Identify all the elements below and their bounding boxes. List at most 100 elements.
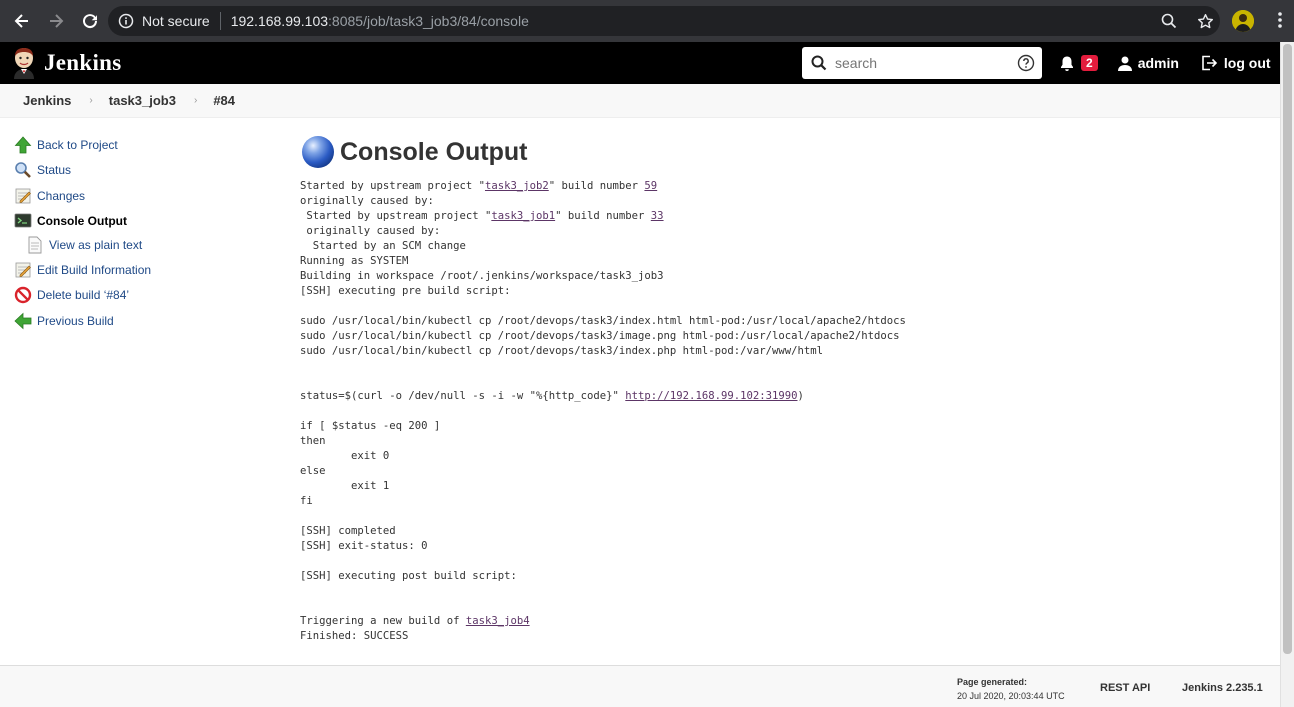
security-indicator[interactable]: Not secure [118,13,210,29]
magnifier-icon [14,161,32,179]
page-generated-label: Page generated: [957,677,1028,687]
url-path: :8085/job/task3_job3/84/console [328,13,529,29]
search-input[interactable] [835,55,1017,71]
console-link[interactable]: task3_job4 [466,615,530,627]
jenkins-logo[interactable]: Jenkins [12,47,122,79]
breadcrumb-build[interactable]: #84 [213,93,235,108]
console-link[interactable]: 59 [644,180,657,192]
back-arrow-icon[interactable] [6,5,38,37]
browser-toolbar: Not secure 192.168.99.103:8085/job/task3… [0,0,1294,42]
console-line: sudo /usr/local/bin/kubectl cp /root/dev… [300,345,823,357]
scrollbar-thumb[interactable] [1283,44,1292,654]
console-text: originally caused by: [300,195,434,207]
breadcrumb: Jenkins › task3_job3 › #84 [0,84,1294,118]
console-text: [SSH] exit-status: 0 [300,540,428,552]
console-text: fi [300,495,313,507]
console-link[interactable]: task3_job1 [491,210,555,222]
breadcrumb-job[interactable]: task3_job3 [109,93,176,108]
console-line: status=$(curl -o /dev/null -s -i -w "%{h… [300,390,804,402]
side-panel: Back to Project Status Changes Console O… [14,132,274,334]
page-footer: Page generated: 20 Jul 2020, 20:03:44 UT… [0,665,1280,707]
console-line: Started by an SCM change [300,240,466,252]
search-box[interactable] [802,47,1042,79]
console-content: Console Output Started by upstream proje… [300,136,906,644]
console-text: sudo /usr/local/bin/kubectl cp /root/dev… [300,330,900,342]
url-text[interactable]: 192.168.99.103:8085/job/task3_job3/84/co… [231,13,529,29]
console-line: [SSH] executing post build script: [300,570,517,582]
profile-avatar[interactable] [1232,10,1254,32]
jenkins-header: Jenkins 2 admin log out [0,42,1294,84]
task-previous-build[interactable]: Previous Build [14,308,274,334]
breadcrumb-jenkins[interactable]: Jenkins [23,93,71,108]
console-line: if [ $status -eq 200 ] [300,420,440,432]
console-text: Building in workspace /root/.jenkins/wor… [300,270,664,282]
console-text: Running as SYSTEM [300,255,409,267]
console-text: Finished: SUCCESS [300,630,409,642]
console-text: " build number [555,210,651,222]
console-line: sudo /usr/local/bin/kubectl cp /root/dev… [300,330,900,342]
reload-icon[interactable] [74,5,106,37]
page-heading: Console Output [302,136,906,168]
no-entry-icon [14,286,32,304]
bell-icon [1061,56,1073,71]
chevron-right-icon[interactable]: › [89,95,92,106]
url-host: 192.168.99.103 [230,13,329,29]
page-generated: Page generated: 20 Jul 2020, 20:03:44 UT… [957,675,1065,703]
forward-arrow-icon[interactable] [40,5,72,37]
console-line: exit 1 [300,480,389,492]
notification-badge: 2 [1081,55,1098,71]
terminal-icon [14,212,32,230]
console-text: sudo /usr/local/bin/kubectl cp /root/dev… [300,315,906,327]
page-scrollbar[interactable] [1280,42,1294,707]
console-text: originally caused by: [300,225,441,237]
task-changes[interactable]: Changes [14,183,274,209]
logout-icon [1202,55,1218,71]
task-edit-build-information[interactable]: Edit Build Information [14,257,274,283]
console-text: Started by upstream project " [300,210,492,222]
console-line: then [300,435,326,447]
app-title: Jenkins [44,50,122,75]
bookmark-star-icon[interactable] [1197,13,1214,30]
task-label: View as plain text [49,237,143,252]
task-back-to-project[interactable]: Back to Project [14,132,274,158]
console-line: exit 0 [300,450,389,462]
console-text: status=$(curl -o /dev/null -s -i -w "%{h… [300,390,626,402]
console-text: sudo /usr/local/bin/kubectl cp /root/dev… [300,345,823,357]
console-output-text: Started by upstream project " task3_job2 "… [300,179,906,644]
console-text: then [300,435,326,447]
console-text: exit 1 [300,480,390,492]
notepad-icon [14,261,32,279]
task-label: Previous Build [37,313,114,328]
console-text: exit 0 [300,450,390,462]
console-link[interactable]: task3_job2 [485,180,549,192]
rest-api-link[interactable]: REST API [1100,682,1150,694]
console-line: originally caused by: [300,195,434,207]
chevron-right-icon[interactable]: › [194,95,197,106]
page-generated-time: 20 Jul 2020, 20:03:44 UTC [957,691,1065,701]
console-line: Building in workspace /root/.jenkins/wor… [300,270,664,282]
console-line: Finished: SUCCESS [300,630,408,642]
info-icon [118,13,134,29]
task-label: Back to Project [37,137,118,152]
zoom-icon[interactable] [1161,13,1177,29]
search-icon [811,55,827,71]
console-link[interactable]: 33 [651,210,664,222]
browser-menu-icon[interactable] [1278,11,1282,34]
help-icon[interactable] [1017,54,1035,72]
task-view-plain-text[interactable]: View as plain text [14,234,274,255]
notepad-icon [14,187,32,205]
logout-label: log out [1223,55,1271,71]
notifications-button[interactable]: 2 [1059,55,1098,72]
console-line: else [300,465,326,477]
user-menu[interactable]: admin [1117,55,1179,71]
task-status[interactable]: Status [14,158,274,184]
console-line: Started by upstream project "task3_job1"… [300,210,664,222]
logout-button[interactable]: log out [1201,55,1271,71]
console-text: [SSH] executing post build script: [300,570,517,582]
task-delete-build[interactable]: Delete build ‘#84’ [14,283,274,309]
jenkins-butler-icon [14,48,34,79]
jenkins-version-link[interactable]: Jenkins 2.235.1 [1182,682,1263,694]
address-bar[interactable]: Not secure 192.168.99.103:8085/job/task3… [108,6,1220,36]
console-link[interactable]: http://192.168.99.102:31990 [625,390,797,402]
task-console-output[interactable]: Console Output [14,209,274,235]
